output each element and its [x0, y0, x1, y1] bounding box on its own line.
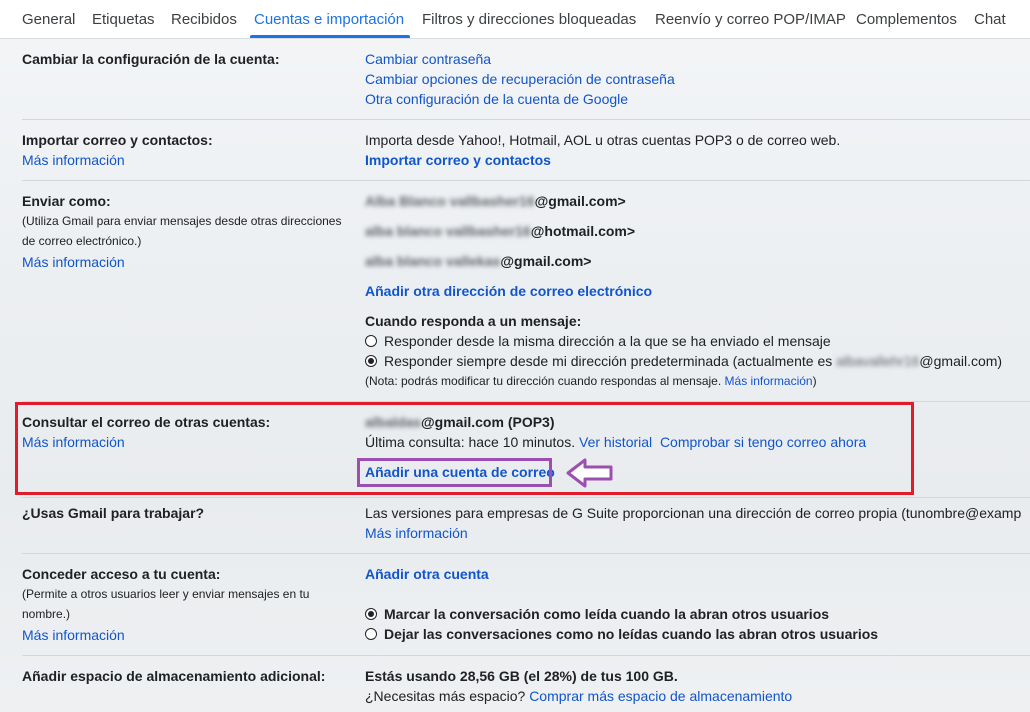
radio-unchecked[interactable]	[365, 335, 377, 347]
storage-label: Añadir espacio de almacenamiento adicion…	[22, 668, 326, 684]
redacted-text: Alba Blanco vallbasher16	[365, 193, 535, 209]
send-as-more-info-link[interactable]: Más información	[22, 254, 125, 270]
tab-forwarding[interactable]: Reenvío y correo POP/IMAP	[655, 11, 846, 28]
arrow-left-icon	[566, 458, 613, 488]
send-as-address: alba blanco vallbasher16@hotmail.com>	[365, 223, 636, 239]
divider	[22, 180, 1030, 181]
send-as-address: alba blanco vallekas@gmail.com>	[365, 253, 592, 269]
buy-storage-link[interactable]: Comprar más espacio de almacenamiento	[529, 688, 792, 704]
send-as-note: (Utiliza Gmail para enviar mensajes desd…	[22, 214, 342, 228]
reply-note: (Nota: podrás modificar tu dirección cua…	[365, 374, 817, 388]
send-as-address: Alba Blanco vallbasher16@gmail.com>	[365, 193, 626, 209]
redacted-text: alba blanco vallekas	[365, 253, 501, 269]
send-as-label: Enviar como:	[22, 193, 111, 209]
settings-tabs: General Etiquetas Recibidos Cuentas e im…	[0, 0, 1030, 39]
gsuite-description: Las versiones para empresas de G Suite p…	[365, 505, 1022, 521]
mark-read-option[interactable]: Marcar la conversación como leída cuando…	[365, 606, 829, 622]
account-settings-label: Cambiar la configuración de la cuenta:	[22, 51, 280, 67]
tab-labels[interactable]: Etiquetas	[92, 11, 155, 28]
tab-chat[interactable]: Chat	[974, 11, 1006, 28]
storage-usage: Estás usando 28,56 GB (el 28%) de tus 10…	[365, 668, 678, 684]
radio-checked[interactable]	[365, 355, 377, 367]
work-label: ¿Usas Gmail para trabajar?	[22, 505, 205, 521]
import-more-info-link[interactable]: Más información	[22, 152, 125, 168]
active-tab-indicator	[250, 35, 410, 38]
reply-behavior-title: Cuando responda a un mensaje:	[365, 313, 582, 329]
tab-inbox[interactable]: Recibidos	[171, 11, 237, 28]
storage-upsell: ¿Necesitas más espacio? Comprar más espa…	[365, 688, 793, 704]
tab-general[interactable]: General	[22, 11, 75, 28]
add-another-account-link[interactable]: Añadir otra cuenta	[365, 566, 489, 582]
import-label: Importar correo y contactos:	[22, 132, 213, 148]
redacted-text: alba blanco vallbasher16	[365, 223, 531, 239]
tab-accounts-import[interactable]: Cuentas e importación	[254, 11, 404, 28]
change-password-link[interactable]: Cambiar contraseña	[365, 51, 491, 67]
reply-default-address-option[interactable]: Responder siempre desde mi dirección pre…	[365, 353, 1002, 369]
redacted-text: albavallehr16	[836, 353, 920, 369]
reply-same-address-option[interactable]: Responder desde la misma dirección a la …	[365, 333, 831, 349]
import-description: Importa desde Yahoo!, Hotmail, AOL u otr…	[365, 132, 841, 148]
grant-access-more-info-link[interactable]: Más información	[22, 627, 125, 643]
radio-unchecked[interactable]	[365, 628, 377, 640]
grant-access-label: Conceder acceso a tu cuenta:	[22, 566, 221, 582]
divider	[22, 119, 1030, 120]
grant-access-note: (Permite a otros usuarios leer y enviar …	[22, 587, 310, 601]
divider	[22, 497, 1030, 498]
import-mail-contacts-link[interactable]: Importar correo y contactos	[365, 152, 551, 168]
change-recovery-link[interactable]: Cambiar opciones de recuperación de cont…	[365, 71, 675, 87]
divider	[22, 553, 1030, 554]
gsuite-more-info-link[interactable]: Más información	[365, 525, 468, 541]
divider	[22, 655, 1030, 656]
radio-checked[interactable]	[365, 608, 377, 620]
keep-unread-option[interactable]: Dejar las conversaciones como no leídas …	[365, 626, 878, 642]
grant-access-note-cont: nombre.)	[22, 607, 71, 621]
add-email-address-link[interactable]: Añadir otra dirección de correo electrón…	[365, 283, 652, 299]
send-as-note-cont: de correo electrónico.)	[22, 234, 142, 248]
google-account-link[interactable]: Otra configuración de la cuenta de Googl…	[365, 91, 628, 107]
tab-addons[interactable]: Complementos	[856, 11, 957, 28]
reply-note-more-info-link[interactable]: Más información	[725, 374, 813, 388]
tab-filters[interactable]: Filtros y direcciones bloqueadas	[422, 11, 636, 28]
highlight-box	[357, 458, 552, 487]
